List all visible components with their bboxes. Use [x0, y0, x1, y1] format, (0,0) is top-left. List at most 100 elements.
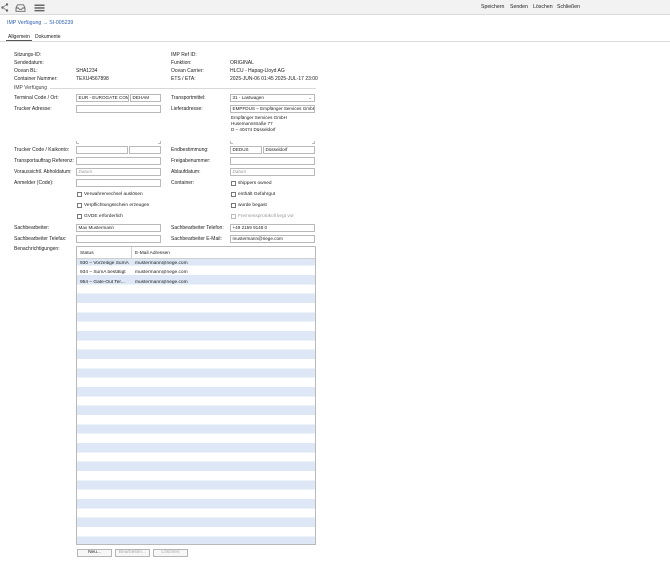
delivery-address-field[interactable]: EMPFDUS – Empfänger Services GmbH	[230, 105, 315, 113]
row-status: 934 – SumA bestätigt	[80, 270, 126, 276]
ocean-bl-value: SHA1234	[76, 68, 98, 74]
release-number-field[interactable]	[230, 157, 315, 165]
notifications-label: Benachrichtigungen:	[14, 246, 60, 252]
notifications-table[interactable]: Status E-Mail Adressen 930 – Vorzeitige …	[76, 246, 316, 545]
row-status: 954 – Gate-Out Ter...	[80, 279, 125, 285]
share-icon[interactable]	[0, 2, 9, 13]
terminal-place-field[interactable]: DEHAM	[130, 94, 161, 102]
imp-ref-label: IMP Ref ID:	[171, 52, 197, 58]
container-number-value: TEXU4567898	[76, 76, 109, 82]
destination-place-field[interactable]: Düsseldorf	[263, 146, 315, 154]
destination-code-field[interactable]: DEDUS	[230, 146, 262, 154]
dangerous-goods-checkbox[interactable]	[231, 192, 236, 197]
gvde-label: GVDE erforderlich	[84, 214, 123, 219]
delivery-address-resize-left	[230, 141, 233, 144]
trucker-address-field[interactable]	[76, 105, 161, 113]
ets-eta-value: 2025-JUN-06 01:45 2025-JUL-17 23:00	[230, 76, 318, 82]
trucker-code-field[interactable]	[76, 146, 128, 154]
obligation-checkbox[interactable]	[77, 203, 82, 208]
delivery-address-text[interactable]: Empfänger Services GmbH Husemannstraße 7…	[231, 115, 287, 133]
transport-means-value: 31 - Lastwagen	[232, 95, 264, 100]
gas-free-checkbox	[231, 214, 236, 219]
delete-row-button: Löschen	[153, 549, 188, 557]
row-email: mustermann@riege.com	[135, 270, 188, 276]
close-button[interactable]: Schließen	[557, 4, 580, 10]
notifier-code-label: Anmelder (Code):	[14, 180, 54, 186]
container-label: Container:	[171, 180, 195, 186]
trucker-address-resize-right	[158, 141, 161, 144]
ocean-carrier-value: HLCU - Hapag-Lloyd AG	[230, 68, 285, 74]
gas-free-label: Freimessprotokoll liegt vor	[238, 214, 294, 219]
transport-means-label: Transportmittel:	[171, 95, 206, 101]
transport-means-select[interactable]: 31 - Lastwagen ⌄	[230, 94, 315, 102]
trucker-code-label: Trucker Code / Kaikonto:	[14, 147, 70, 153]
clerk-fax-label: Sachbearbeiter Telefax:	[14, 236, 67, 242]
delete-button[interactable]: Löschen	[533, 4, 553, 10]
send-button[interactable]: Senden	[510, 4, 528, 10]
obligation-label: Verpflichtungsschein erzeugen	[84, 203, 150, 208]
section-divider	[50, 88, 316, 89]
ocean-bl-label: Ocean BL:	[14, 68, 38, 74]
expiry-date-field[interactable]: Datum	[230, 168, 315, 176]
container-number-label: Container Nummer:	[14, 76, 58, 82]
table-header: Status E-Mail Adressen	[77, 247, 315, 259]
clerk-email-label: Sachbearbeiter E-Mail:	[171, 236, 222, 242]
edit-button: Bearbeiten...	[115, 549, 150, 557]
table-row[interactable]: 934 – SumA bestätigt mustermann@riege.co…	[77, 268, 315, 277]
fumigated-checkbox[interactable]	[231, 203, 236, 208]
transport-ref-label: Transportauftrag Referenz:	[14, 158, 74, 164]
pickup-date-label: Voraussichtl. Abholdatum:	[14, 169, 72, 175]
notifier-code-field[interactable]	[76, 179, 161, 187]
destination-label: Endbestimmung:	[171, 147, 209, 153]
transport-ref-field[interactable]	[76, 157, 161, 165]
fumigated-label: wurde begast	[238, 203, 267, 208]
table-row[interactable]: 930 – Vorzeitige SumA mustermann@riege.c…	[77, 259, 315, 268]
ocean-carrier-label: Ocean Carrier:	[171, 68, 204, 74]
clerk-name-label: Sachbearbeiter:	[14, 225, 50, 231]
tab-divider	[0, 41, 670, 42]
shipper-owned-label: shippers owned	[238, 181, 272, 186]
column-separator[interactable]	[131, 247, 132, 259]
breadcrumb[interactable]: IMP Verfügung → SI-005239	[7, 20, 73, 26]
clerk-email-field[interactable]: mustermann@riege.com	[230, 235, 315, 243]
clerk-phone-label: Sachbearbeiter Telefon:	[171, 225, 224, 231]
expiry-date-label: Ablaufdatum:	[171, 169, 201, 175]
row-status: 930 – Vorzeitige SumA	[80, 261, 129, 266]
trucker-address-label: Trucker Adresse:	[14, 106, 52, 112]
column-header-status[interactable]: Status	[80, 251, 94, 256]
list-menu-icon[interactable]	[33, 2, 45, 13]
session-id-label: Sitzungs-ID:	[14, 52, 42, 58]
clerk-phone-field[interactable]: +49 2159 9148 0	[230, 224, 315, 232]
pickup-date-field[interactable]: Datum	[76, 168, 161, 176]
column-header-email[interactable]: E-Mail Adressen	[135, 251, 170, 256]
clerk-fax-field[interactable]	[76, 235, 161, 243]
custody-change-checkbox[interactable]	[77, 192, 82, 197]
chevron-down-icon: ⌄	[308, 95, 312, 100]
ets-eta-label: ETS / ETA:	[171, 76, 196, 82]
function-value: ORIGINAL	[230, 60, 254, 66]
clerk-name-field[interactable]: Max Mustermann	[76, 224, 161, 232]
section-title: IMP Verfügung	[14, 85, 47, 91]
tab-documents[interactable]: Dokumente	[33, 33, 63, 41]
terminal-code-field[interactable]: EUR - EUROGATE COM	[76, 94, 129, 102]
row-email: mustermann@riege.com	[135, 261, 188, 266]
dangerous-goods-label: enthält Gefahrgut	[238, 192, 276, 197]
delivery-address-label: Lieferadresse:	[171, 106, 203, 112]
toolbar: Speichern Senden Löschen Schließen	[0, 0, 670, 15]
delivery-address-resize-right	[312, 141, 315, 144]
save-button[interactable]: Speichern	[481, 4, 504, 10]
tab-general[interactable]: Allgemein	[6, 33, 32, 41]
custody-change-label: Verwahrervechsel auslösen	[84, 192, 143, 197]
release-number-label: Freigabenummer:	[171, 158, 211, 164]
send-date-label: Sendedatum:	[14, 60, 44, 66]
row-email: mustermann@riege.com	[135, 279, 188, 285]
table-row[interactable]: 954 – Gate-Out Ter... mustermann@riege.c…	[77, 278, 315, 287]
function-label: Funktion:	[171, 60, 192, 66]
gvde-checkbox[interactable]	[77, 214, 82, 219]
new-button[interactable]: Neu...	[77, 549, 112, 557]
shipper-owned-checkbox[interactable]	[231, 181, 236, 186]
inbox-icon[interactable]	[14, 2, 26, 13]
terminal-label: Terminal Code / Ort:	[14, 95, 59, 101]
trucker-address-resize-left	[76, 141, 79, 144]
quay-account-field[interactable]	[129, 146, 161, 154]
